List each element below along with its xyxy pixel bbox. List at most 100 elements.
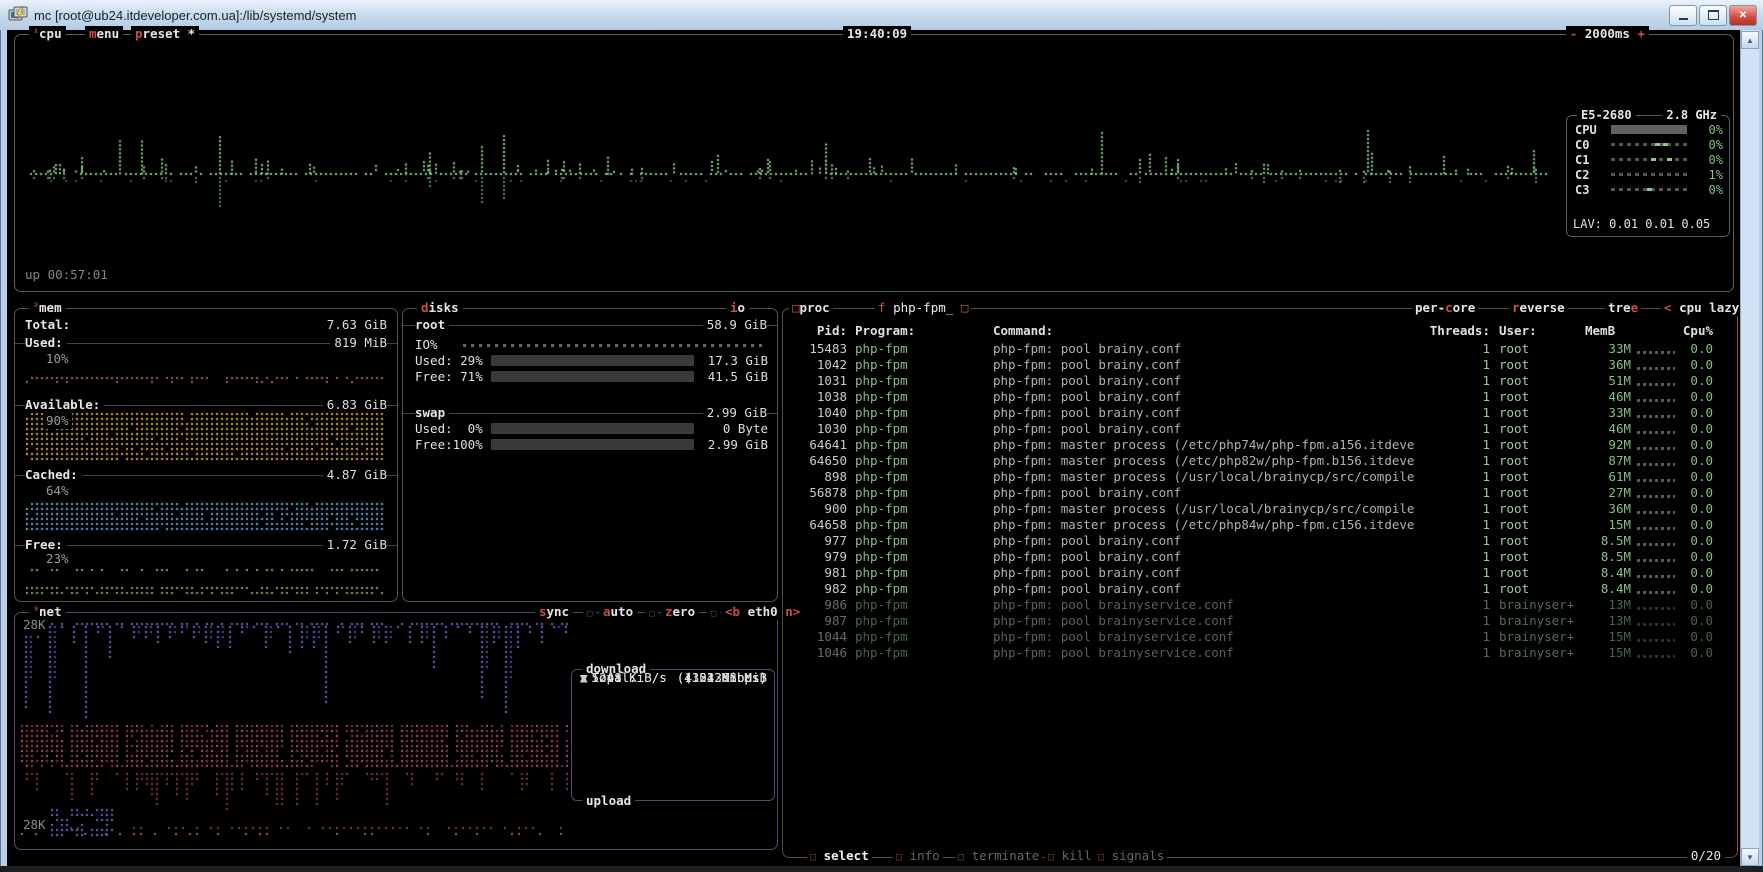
table-row[interactable]: 987 php-fpm php-fpm: pool brainyservice.… [783, 613, 1729, 629]
mem-used-row: Used:819 MiB [15, 335, 397, 351]
cpu-core-row: C1 0% [1575, 152, 1723, 166]
scroll-down-icon[interactable]: ▼ [1741, 848, 1759, 866]
terminal-screen: ¹cpu menu preset * 19:40:09 - 2000ms + E… [7, 30, 1740, 866]
kill-button[interactable]: □ kill [1045, 848, 1095, 866]
table-row[interactable]: 979 php-fpm php-fpm: pool brainy.conf 1 … [783, 549, 1729, 565]
cpu-total-row: CPU 0% [1575, 122, 1723, 136]
mem-total-row: Total:7.63 GiB [25, 317, 387, 333]
disks-box: disks io root58.9 GiB IO% Used: 29% 17.3… [402, 308, 778, 602]
disk-swap-used-row: Used: 0% 0 Byte [415, 421, 767, 437]
preset-button[interactable]: preset * [131, 26, 199, 42]
interval-minus-button[interactable]: - [1570, 26, 1578, 41]
proc-collapse-icon[interactable]: □ [792, 300, 800, 315]
proc-filter-input[interactable]: f php-fpm_ □ [875, 300, 971, 316]
selection-counter: 0/20 [1687, 848, 1725, 864]
table-row[interactable]: 981 php-fpm php-fpm: pool brainy.conf 1 … [783, 565, 1729, 581]
load-average-row: LAV: 0.01 0.01 0.05 [1573, 216, 1710, 232]
uptime-label: up 00:57:01 [25, 267, 108, 283]
close-button-icon[interactable]: ✕ [1729, 5, 1757, 26]
mem-box-label[interactable]: ²mem [29, 300, 66, 316]
table-row[interactable]: 982 php-fpm php-fpm: pool brainy.conf 1 … [783, 581, 1729, 597]
table-row[interactable]: 986 php-fpm php-fpm: pool brainyservice.… [783, 597, 1729, 613]
table-row[interactable]: 64641 php-fpm php-fpm: master process (/… [783, 437, 1729, 453]
maximize-button-icon[interactable] [1699, 5, 1727, 26]
mem-available-pct: 90% [43, 413, 72, 429]
table-row[interactable]: 1038 php-fpm php-fpm: pool brainy.conf 1… [783, 389, 1729, 405]
cpu-box: ¹cpu menu preset * 19:40:09 - 2000ms + E… [14, 34, 1734, 292]
toggle-connector-icon: □ [707, 604, 720, 622]
menu-button[interactable]: menu [85, 26, 123, 42]
net-sync-toggle[interactable]: sync [535, 604, 573, 620]
table-row[interactable]: 977 php-fpm php-fpm: pool brainy.conf 1 … [783, 533, 1729, 549]
scroll-up-icon[interactable]: ▲ [1741, 31, 1759, 49]
disk-swap-free-row: Free:100% 2.99 GiB [415, 437, 767, 453]
mem-box: ²mem Total:7.63 GiB Used:819 MiB 10% Ava… [14, 308, 398, 602]
table-row[interactable]: 64650 php-fpm php-fpm: master process (/… [783, 453, 1729, 469]
swap-used-bar [491, 423, 694, 434]
table-row[interactable]: 1040 php-fpm php-fpm: pool brainy.conf 1… [783, 405, 1729, 421]
terminate-button[interactable]: □ terminate [955, 848, 1042, 866]
cpu-core-row: C0 0% [1575, 137, 1723, 151]
cpu-core-row: C2 1% [1575, 167, 1723, 181]
upload-arrow-icon: ▲ [580, 670, 588, 685]
mem-cached-row: Cached:4.87 GiB [15, 467, 397, 483]
disks-box-label[interactable]: disks [417, 300, 463, 316]
toggle-connector-icon: □ [645, 604, 658, 622]
clock: 19:40:09 [843, 26, 911, 42]
net-box: ³net sync □ auto □ zero □ <b eth0 n> 28K… [14, 612, 778, 850]
proc-box-label[interactable]: □proc [789, 300, 833, 316]
table-row[interactable]: 1042 php-fpm php-fpm: pool brainy.conf 1… [783, 357, 1729, 373]
putty-app-icon[interactable] [8, 6, 28, 24]
table-row[interactable]: 1046 php-fpm php-fpm: pool brainyservice… [783, 645, 1729, 661]
select-control[interactable]: □ select [807, 848, 872, 866]
mem-free-pct: 23% [43, 551, 72, 567]
info-button[interactable]: □ info [893, 848, 943, 866]
disk-used-bar [491, 355, 694, 366]
proc-box: □proc f php-fpm_ □ per-core reverse tree… [782, 308, 1738, 858]
table-row[interactable]: 1044 php-fpm php-fpm: pool brainyservice… [783, 629, 1729, 645]
cpu-usage-bar [1611, 125, 1687, 134]
reverse-toggle[interactable]: reverse [1509, 300, 1568, 316]
table-row[interactable]: 900 php-fpm php-fpm: master process (/us… [783, 501, 1729, 517]
iface-prev-button[interactable]: <b [725, 604, 740, 619]
tree-toggle[interactable]: tree [1605, 300, 1641, 316]
interval-plus-button[interactable]: + [1637, 26, 1645, 41]
mem-available-graph [26, 411, 386, 461]
putty-window: mc [root@ub24.itdeveloper.com.ua]:/lib/s… [0, 0, 1763, 872]
disks-io-toggle[interactable]: io [726, 300, 749, 316]
per-core-toggle[interactable]: per-core [1412, 300, 1478, 316]
minimize-button-icon[interactable] [1669, 5, 1697, 26]
proc-table: 15483 php-fpm php-fpm: pool brainy.conf … [783, 341, 1729, 661]
table-row[interactable]: 898 php-fpm php-fpm: master process (/us… [783, 469, 1729, 485]
cpu-graph-canvas [25, 127, 1550, 215]
table-row[interactable]: 15483 php-fpm php-fpm: pool brainy.conf … [783, 341, 1729, 357]
mem-used-pct: 10% [43, 351, 72, 367]
net-auto-toggle[interactable]: auto [599, 604, 637, 620]
swap-free-bar [491, 439, 694, 450]
filter-clear-icon[interactable]: □ [961, 300, 969, 315]
disk-swap-row: swap2.99 GiB [403, 405, 777, 421]
sort-prev-button[interactable]: < [1664, 300, 1672, 315]
cpu-model-label: E5-2680 [1577, 107, 1636, 123]
net-scale-bottom: 28K [21, 817, 48, 833]
terminal-scrollbar[interactable] [1740, 30, 1759, 866]
signals-button[interactable]: □ signals [1095, 848, 1167, 866]
net-graph-canvas [21, 621, 569, 841]
disk-root-free-row: Free: 71% 41.5 GiB [415, 369, 767, 385]
disk-free-bar [491, 371, 694, 382]
cpu-stats-panel: E5-2680 2.8 GHz CPU 0% C0 0% C1 0% [1566, 115, 1730, 237]
net-stats-box: download ▼5.41 KiB/s (43.3 Kibps) ▼Top: … [571, 669, 775, 801]
mem-cached-pct: 64% [43, 483, 72, 499]
table-row[interactable]: 56878 php-fpm php-fpm: pool brainy.conf … [783, 485, 1729, 501]
upload-label: upload [582, 793, 635, 809]
table-row[interactable]: 1030 php-fpm php-fpm: pool brainy.conf 1… [783, 421, 1729, 437]
upload-stat-row: ▲Total: 42.6 MiB [580, 670, 767, 686]
mem-used-graph [26, 369, 386, 385]
disk-io-graph [463, 344, 765, 347]
window-title: mc [root@ub24.itdeveloper.com.ua]:/lib/s… [34, 8, 1669, 23]
net-zero-toggle[interactable]: zero [661, 604, 699, 620]
cpu-box-label[interactable]: ¹cpu [29, 26, 66, 42]
table-row[interactable]: 64658 php-fpm php-fpm: master process (/… [783, 517, 1729, 533]
net-scale-top: 28K [21, 617, 48, 633]
table-row[interactable]: 1031 php-fpm php-fpm: pool brainy.conf 1… [783, 373, 1729, 389]
